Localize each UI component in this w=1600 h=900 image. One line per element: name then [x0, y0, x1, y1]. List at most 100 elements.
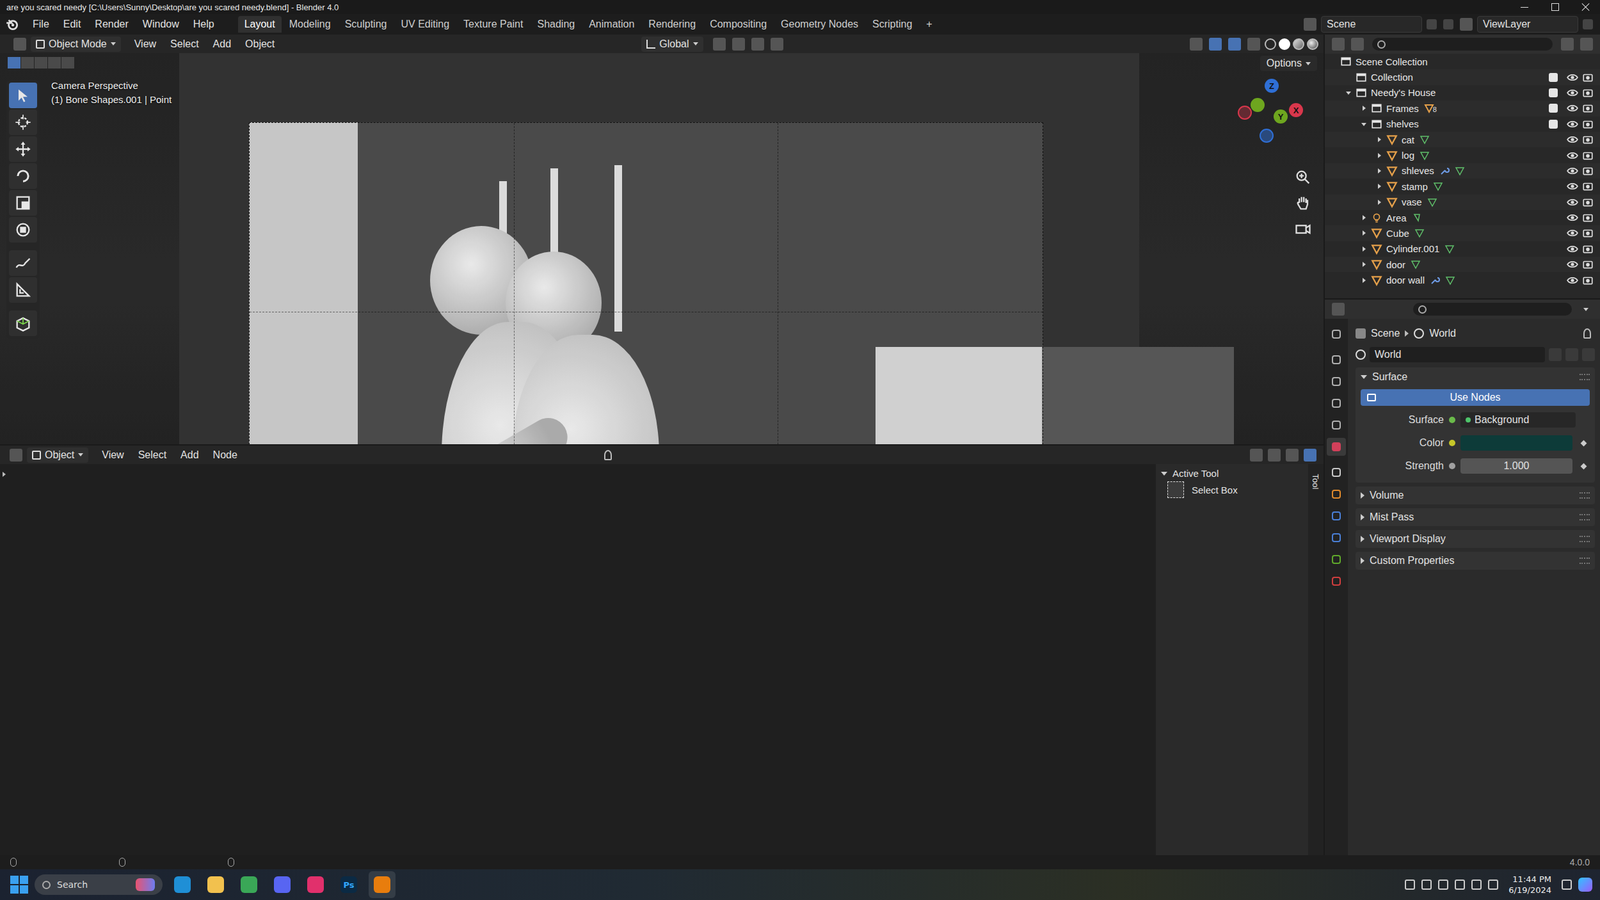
outliner-search[interactable]: [1372, 37, 1553, 51]
3d-viewport[interactable]: Camera Perspective(1) Bone Shapes.001 | …: [0, 53, 1324, 445]
tray-arrow-icon[interactable]: [1404, 879, 1416, 890]
viewport-menu-item[interactable]: View: [128, 36, 162, 52]
fake-user-icon[interactable]: [1548, 348, 1562, 361]
render-camera-icon[interactable]: [1582, 180, 1594, 192]
render-camera-icon[interactable]: [1582, 87, 1594, 99]
outliner-row[interactable]: Area: [1324, 209, 1600, 226]
snap-icon[interactable]: [732, 37, 745, 51]
panel-header[interactable]: Mist Pass: [1355, 508, 1595, 527]
overlay-icon[interactable]: [1228, 37, 1241, 51]
maximize-icon[interactable]: [1551, 3, 1560, 11]
expand-arrow-icon[interactable]: [1374, 151, 1384, 160]
windows-start-icon[interactable]: [10, 875, 29, 894]
panel-header[interactable]: Custom Properties: [1355, 551, 1595, 570]
eye-icon[interactable]: [1566, 258, 1579, 271]
delete-scene-icon[interactable]: [1443, 19, 1454, 30]
outliner-row[interactable]: vase: [1324, 194, 1600, 210]
select-extend-icon[interactable]: [21, 56, 34, 69]
viewport-menu-item[interactable]: Object: [239, 36, 281, 52]
sidebar-tab[interactable]: Tool: [1310, 474, 1321, 490]
rendered-shading-icon[interactable]: [1306, 38, 1319, 50]
outliner-row[interactable]: Needy's House: [1324, 85, 1600, 101]
wifi-icon[interactable]: [1454, 879, 1465, 890]
pivot-icon[interactable]: [712, 37, 726, 51]
move-tool-icon[interactable]: [8, 136, 38, 162]
wireframe-shading-icon[interactable]: [1264, 38, 1277, 50]
workspace-tab[interactable]: Layout: [238, 16, 282, 33]
world-name-field[interactable]: World: [1369, 346, 1545, 363]
instagram-app-icon[interactable]: [302, 871, 329, 898]
outliner-row[interactable]: Collection: [1324, 69, 1600, 85]
workspace-tab[interactable]: Rendering: [641, 16, 703, 33]
editor-type-icon[interactable]: [9, 448, 23, 462]
expand-arrow-icon[interactable]: [1344, 72, 1353, 82]
expand-arrow-icon[interactable]: [1328, 56, 1338, 66]
shader-type-dropdown[interactable]: Object: [26, 447, 89, 463]
tool-tab-icon[interactable]: [1326, 325, 1346, 344]
workspace-tab[interactable]: Geometry Nodes: [774, 16, 865, 33]
menu-item[interactable]: Edit: [57, 16, 88, 32]
display-mode-icon[interactable]: [1351, 37, 1364, 51]
outliner-item-name[interactable]: Collection: [1370, 71, 1414, 83]
menu-item[interactable]: Help: [187, 16, 221, 32]
expand-arrow-icon[interactable]: [1359, 228, 1369, 238]
outliner-row[interactable]: log: [1324, 147, 1600, 163]
color-field[interactable]: [1460, 435, 1573, 451]
render-camera-icon[interactable]: [1582, 102, 1594, 114]
render-camera-icon[interactable]: [1582, 227, 1594, 239]
output-tab-icon[interactable]: [1326, 372, 1346, 391]
constraints-tab-icon[interactable]: [1326, 528, 1346, 547]
add-workspace-button[interactable]: +: [919, 16, 939, 33]
view_layer-tab-icon[interactable]: [1326, 394, 1346, 413]
eye-icon[interactable]: [1566, 71, 1579, 84]
node-menu-item[interactable]: Node: [207, 447, 244, 463]
eye-icon[interactable]: [1566, 211, 1579, 224]
expand-arrow-icon[interactable]: [1374, 166, 1384, 176]
outliner-row[interactable]: shleves: [1324, 163, 1600, 179]
gizmo-icon[interactable]: [1208, 37, 1222, 51]
snap-icon[interactable]: [1267, 448, 1281, 462]
copilot-icon[interactable]: [1578, 877, 1593, 892]
viewport-menu-item[interactable]: Add: [207, 36, 237, 52]
exclude-checkbox[interactable]: [1548, 88, 1558, 98]
node-menu-item[interactable]: Select: [132, 447, 173, 463]
keyframe-icon[interactable]: [1580, 439, 1588, 447]
select-invert-icon[interactable]: [48, 56, 61, 69]
view-layer-icon[interactable]: [1459, 17, 1473, 31]
socket-icon[interactable]: [1448, 462, 1456, 470]
node-field[interactable]: Background: [1460, 412, 1576, 428]
outliner-row[interactable]: Frames8: [1324, 100, 1600, 116]
explorer-app-icon[interactable]: [202, 871, 230, 898]
annotate-tool-icon[interactable]: [8, 250, 38, 276]
eye-icon[interactable]: [1566, 180, 1579, 192]
material-shading-icon[interactable]: [1292, 38, 1305, 50]
cursor-tool-icon[interactable]: [8, 109, 38, 136]
solid-shading-icon[interactable]: [1278, 38, 1291, 50]
panel-header[interactable]: Surface: [1355, 367, 1595, 387]
outliner-row[interactable]: door wall: [1324, 272, 1600, 288]
panel-header[interactable]: Active Tool: [1160, 467, 1304, 479]
minimize-icon[interactable]: [1520, 3, 1529, 11]
collection-tab-icon[interactable]: [1326, 463, 1346, 482]
zoom-icon[interactable]: [1294, 168, 1312, 187]
eye-icon[interactable]: [1566, 149, 1579, 162]
expand-arrow-icon[interactable]: [1359, 259, 1369, 269]
render-camera-icon[interactable]: [1582, 118, 1594, 130]
edge-app-icon[interactable]: [168, 871, 196, 898]
texture-tab-icon[interactable]: [1326, 572, 1346, 591]
new-view-layer-icon[interactable]: [1582, 19, 1593, 30]
expand-arrow-icon[interactable]: [1374, 197, 1384, 207]
toolbar-expand-icon[interactable]: [2, 471, 6, 477]
outliner-item-name[interactable]: shelves: [1386, 118, 1419, 130]
volume-icon[interactable]: [1471, 879, 1482, 890]
keyframe-icon[interactable]: [1580, 462, 1588, 470]
node-menu-item[interactable]: Add: [174, 447, 205, 463]
navigation-gizmo[interactable]: ZXY: [1232, 78, 1310, 156]
options-dropdown[interactable]: Options: [1260, 55, 1318, 72]
menu-item[interactable]: Render: [88, 16, 134, 32]
properties-search[interactable]: [1413, 302, 1572, 316]
editor-type-icon[interactable]: [1331, 37, 1345, 51]
eye-icon[interactable]: [1566, 118, 1579, 130]
bluetooth-icon[interactable]: [1421, 879, 1432, 890]
outliner-item-name[interactable]: Cylinder.001: [1386, 243, 1440, 255]
